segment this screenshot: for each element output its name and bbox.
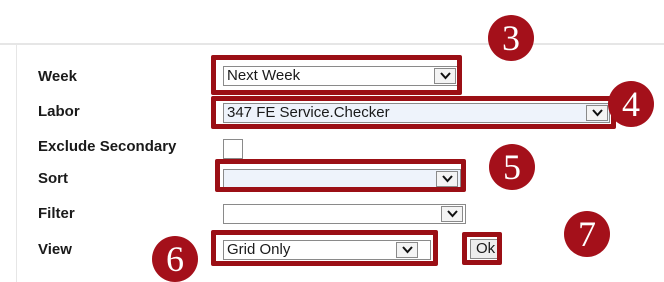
chevron-down-icon [442,175,453,183]
sort-select[interactable] [223,169,461,189]
callout-badge-4: 4 [608,81,654,127]
filter-select[interactable] [223,204,466,224]
ok-button[interactable]: Ok [470,239,500,259]
left-divider [16,44,17,282]
week-select[interactable]: Next Week [223,66,459,86]
week-label: Week [38,68,77,85]
callout-badge-7: 7 [564,211,610,257]
labor-value: 347 FE Service.Checker [227,104,390,121]
filter-dropdown-button[interactable] [441,206,463,222]
view-select[interactable]: Grid Only [223,240,431,260]
view-label: View [38,241,72,258]
sort-dropdown-button[interactable] [436,171,458,187]
exclude-secondary-checkbox[interactable] [223,139,243,159]
chevron-down-icon [440,72,451,80]
callout-badge-3: 3 [488,15,534,61]
filter-label: Filter [38,205,75,222]
chevron-down-icon [447,210,458,218]
callout-badge-5: 5 [489,144,535,190]
view-value: Grid Only [227,241,291,258]
callout-badge-6: 6 [152,236,198,282]
chevron-down-icon [402,246,413,254]
view-dropdown-button[interactable] [396,242,418,258]
labor-select[interactable]: 347 FE Service.Checker [223,103,610,123]
report-options-form: Week Next Week Labor 347 FE Service.Chec… [0,0,664,282]
exclude-secondary-label: Exclude Secondary [38,138,177,155]
top-divider [0,43,664,45]
labor-label: Labor [38,103,80,120]
chevron-down-icon [592,109,603,117]
sort-label: Sort [38,170,68,187]
week-dropdown-button[interactable] [434,68,456,84]
labor-dropdown-button[interactable] [586,105,608,121]
week-value: Next Week [227,67,301,84]
